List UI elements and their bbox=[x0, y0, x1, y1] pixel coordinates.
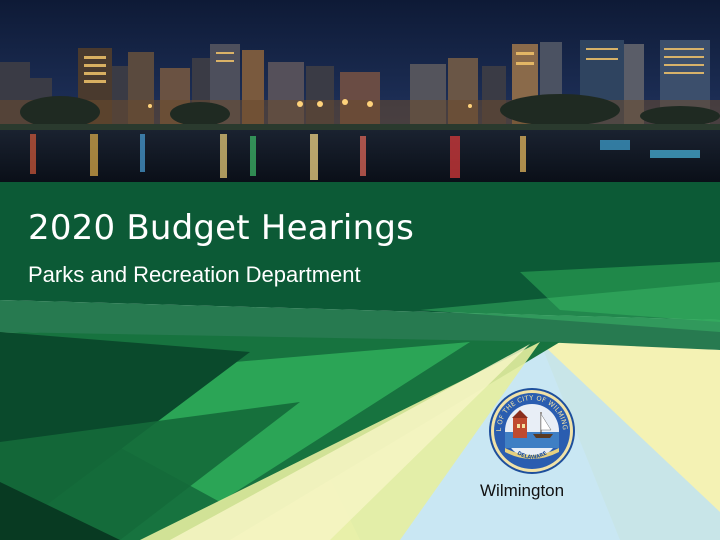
city-skyline-photo bbox=[0, 0, 720, 182]
slide-title: 2020 Budget Hearings bbox=[28, 208, 415, 248]
city-seal-logo: SEAL OF THE CITY OF WILMINGTON DELAWARE bbox=[487, 386, 575, 474]
seal-caption: Wilmington bbox=[480, 481, 565, 500]
slide-subtitle: Parks and Recreation Department bbox=[28, 262, 361, 287]
title-slide: 2020 Budget Hearings Parks and Recreatio… bbox=[0, 0, 720, 540]
